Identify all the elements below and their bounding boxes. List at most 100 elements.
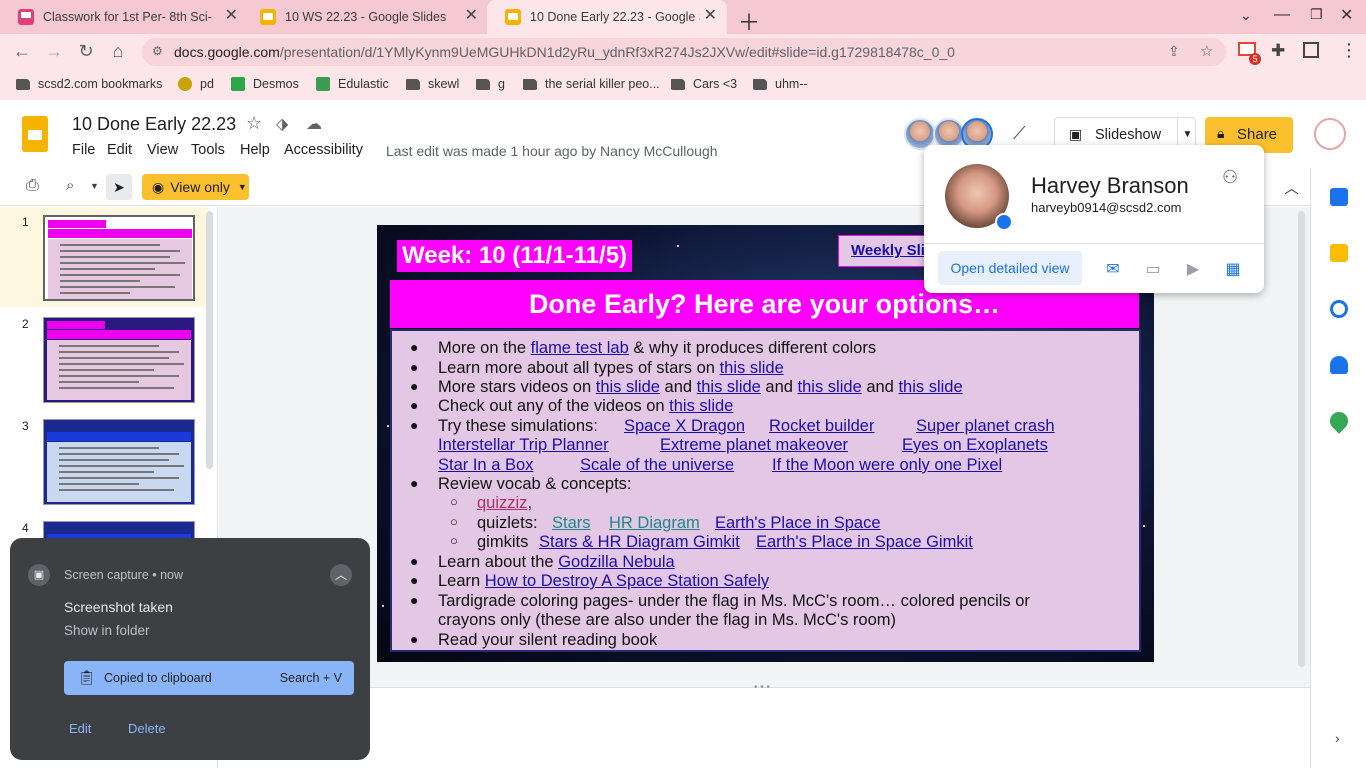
slide-thumbnail-1[interactable] (43, 215, 195, 301)
this-slide-link[interactable]: this slide (697, 378, 761, 396)
back-icon[interactable]: ← (10, 41, 34, 63)
sim-link[interactable]: Extreme planet makeover (660, 436, 848, 455)
close-window-icon[interactable]: ✕ (1340, 5, 1353, 25)
menu-accessibility[interactable]: Accessibility (284, 142, 363, 158)
bookmark-pd[interactable]: pd (178, 77, 214, 91)
speaker-notes: • • • (219, 682, 1310, 768)
resize-handle-icon[interactable]: • • • (754, 682, 770, 693)
godzilla-nebula-link[interactable]: Godzilla Nebula (558, 553, 674, 571)
chat-icon[interactable]: ▭ (1143, 259, 1163, 278)
gimkit-link[interactable]: Stars & HR Diagram Gimkit (539, 533, 740, 552)
bookmark-cars[interactable]: Cars <3 (671, 77, 737, 91)
slides-logo-icon[interactable] (22, 116, 48, 152)
print-icon[interactable]: ⎙ (26, 177, 39, 195)
menu-help[interactable]: Help (240, 142, 270, 158)
schedule-icon[interactable]: ▦ (1223, 259, 1243, 278)
slide-thumbnail-3[interactable] (43, 419, 195, 505)
edit-button[interactable]: Edit (69, 721, 91, 736)
new-tab-icon[interactable]: ＋ (738, 5, 760, 37)
this-slide-link[interactable]: this slide (720, 359, 784, 377)
keep-icon[interactable] (1330, 244, 1348, 262)
close-tab-icon[interactable]: ✕ (704, 8, 717, 24)
menu-view[interactable]: View (147, 142, 178, 158)
home-icon[interactable]: ⌂ (106, 41, 130, 63)
bookmark-edulastic[interactable]: Edulastic (316, 77, 389, 91)
flame-test-link[interactable]: flame test lab (531, 339, 629, 357)
filmstrip-scrollbar[interactable] (206, 211, 213, 469)
video-call-icon[interactable]: ▶ (1183, 259, 1203, 278)
tab-classwork[interactable]: Classwork for 1st Per- 8th Sci- D ✕ (0, 0, 248, 34)
bookmark-skewl[interactable]: skewl (406, 77, 459, 91)
sim-link[interactable]: Space X Dragon (624, 417, 745, 436)
contacts-icon[interactable] (1330, 356, 1348, 374)
extensions-icon[interactable]: ✚ (1271, 41, 1285, 61)
slide-thumbnail-2[interactable] (43, 317, 195, 403)
close-tab-icon[interactable]: ✕ (465, 8, 478, 24)
minimize-icon[interactable]: — (1274, 6, 1290, 24)
open-detailed-view-button[interactable]: Open detailed view (938, 251, 1082, 285)
menu-tools[interactable]: Tools (191, 142, 225, 158)
zoom-icon[interactable]: ⌕ (66, 177, 74, 194)
bookmark-serial[interactable]: the serial killer peo... (523, 77, 660, 91)
add-contact-icon[interactable]: ⚇ (1222, 167, 1238, 188)
tasks-icon[interactable] (1330, 300, 1348, 318)
collapse-icon[interactable]: ︿ (1284, 177, 1299, 198)
sim-link[interactable]: Scale of the universe (580, 456, 734, 475)
star-icon[interactable]: ☆ (246, 113, 262, 134)
bookmark-desmos[interactable]: Desmos (231, 77, 299, 91)
bookmark-scsd2[interactable]: scsd2.com bookmarks (16, 77, 162, 91)
menu-edit[interactable]: Edit (107, 142, 132, 158)
canvas-scrollbar[interactable] (1298, 211, 1305, 667)
tab-search-icon[interactable]: ⌄ (1240, 7, 1252, 24)
space-station-link[interactable]: How to Destroy A Space Station Safely (485, 572, 769, 590)
menu-file[interactable]: File (72, 142, 95, 158)
weekly-slides-link[interactable]: Weekly Slides (838, 235, 938, 267)
sim-link[interactable]: If the Moon were only one Pixel (772, 456, 1002, 475)
gimkit-link[interactable]: Earth's Place in Space Gimkit (756, 533, 973, 552)
show-in-folder-link[interactable]: Show in folder (64, 623, 150, 638)
quizlet-link[interactable]: HR Diagram (609, 514, 700, 533)
email-icon[interactable]: ✉ (1103, 259, 1123, 278)
quizziz-link[interactable]: quizziz (477, 494, 527, 512)
sim-link[interactable]: Star In a Box (438, 456, 533, 475)
document-title[interactable]: 10 Done Early 22.23 (72, 114, 236, 135)
bookmark-g[interactable]: g (476, 77, 505, 91)
tab-ws[interactable]: 10 WS 22.23 - Google Slides ✕ (242, 0, 488, 34)
address-bar[interactable]: ⚙ docs.google.com/presentation/d/1YMlyKy… (142, 38, 1226, 66)
site-info-icon[interactable]: ⚙ (152, 44, 166, 58)
this-slide-link[interactable]: this slide (596, 378, 660, 396)
activity-dashboard-icon[interactable]: ⟋ (1013, 123, 1026, 144)
calendar-icon[interactable] (1330, 188, 1348, 206)
this-slide-link[interactable]: this slide (798, 378, 862, 396)
close-tab-icon[interactable]: ✕ (225, 8, 238, 24)
view-only-button[interactable]: ◉ View only ▼ (142, 174, 249, 200)
sim-link[interactable]: Interstellar Trip Planner (438, 436, 609, 455)
browser-menu-icon[interactable]: ⋮ (1340, 40, 1358, 61)
bookmark-star-icon[interactable]: ☆ (1200, 42, 1213, 60)
collapse-notification-icon[interactable]: ︿ (330, 564, 352, 586)
quizlet-link[interactable]: Stars (552, 514, 591, 533)
sim-link[interactable]: Super planet crash (916, 417, 1055, 436)
restore-icon[interactable]: ❐ (1310, 6, 1323, 23)
share-page-icon[interactable]: ⇪ (1168, 43, 1180, 60)
move-icon[interactable]: ⬗ (276, 114, 288, 134)
reload-icon[interactable]: ↻ (74, 41, 98, 63)
bookmark-uhm[interactable]: uhm-- (753, 77, 808, 91)
tab-done-early[interactable]: 10 Done Early 22.23 - Google Sli ✕ (487, 0, 727, 34)
expand-panel-icon[interactable]: › (1335, 730, 1340, 746)
maps-icon[interactable] (1326, 408, 1352, 434)
forward-icon[interactable]: → (42, 41, 66, 63)
this-slide-link[interactable]: this slide (669, 397, 733, 415)
sim-link[interactable]: Eyes on Exoplanets (902, 436, 1048, 455)
bookmark-label: Cars <3 (693, 77, 738, 91)
zoom-dropdown-icon[interactable]: ▼ (90, 181, 99, 191)
cloud-status-icon[interactable]: ☁ (306, 114, 322, 134)
select-cursor-icon[interactable]: ➤ (106, 174, 132, 200)
delete-button[interactable]: Delete (128, 721, 166, 736)
side-panel-icon[interactable] (1303, 42, 1319, 58)
sim-link[interactable]: Rocket builder (769, 417, 874, 436)
account-avatar[interactable] (1314, 118, 1346, 150)
this-slide-link[interactable]: this slide (898, 378, 962, 396)
quizlet-link[interactable]: Earth's Place in Space (715, 514, 881, 533)
last-edit-link[interactable]: Last edit was made 1 hour ago by Nancy M… (386, 143, 718, 159)
